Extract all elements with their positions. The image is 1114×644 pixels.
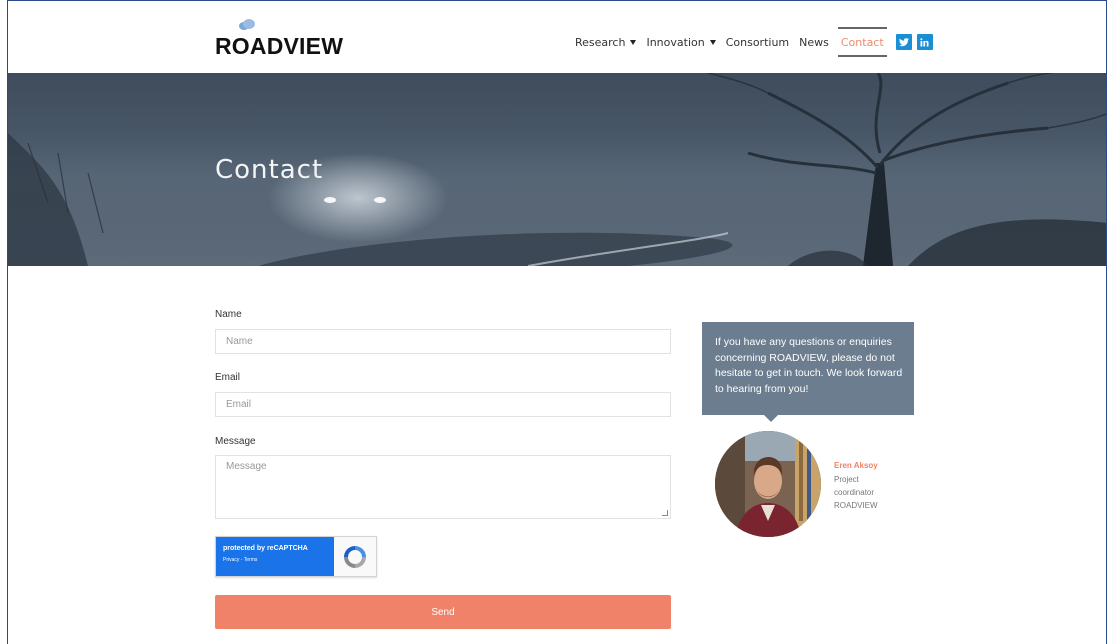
- hero-background-image: [8, 73, 1106, 266]
- main-nav: Research Innovation Consortium News Cont…: [570, 27, 933, 57]
- nav-item-innovation[interactable]: Innovation: [641, 27, 720, 57]
- nav-label: Innovation: [646, 35, 705, 49]
- nav-item-research[interactable]: Research: [570, 27, 641, 57]
- page-title: Contact: [215, 155, 324, 185]
- send-button[interactable]: Send: [215, 595, 671, 629]
- nav-item-news[interactable]: News: [794, 27, 834, 57]
- bubble-pointer: [764, 415, 778, 422]
- caret-down-icon: [630, 39, 637, 45]
- message-placeholder: Message: [226, 461, 267, 472]
- recaptcha-privacy-links[interactable]: Privacy - Terms: [223, 557, 328, 563]
- person-role-line1: Project: [834, 475, 859, 484]
- nav-label: Contact: [840, 35, 884, 49]
- name-input[interactable]: Name: [215, 329, 671, 354]
- avatar: [715, 431, 821, 537]
- person-name: Eren Aksoy: [834, 461, 878, 470]
- site-header: ROADVIEW Research Innovation Consortium …: [8, 1, 1106, 73]
- message-textarea[interactable]: Message: [215, 455, 671, 519]
- twitter-icon[interactable]: [895, 34, 912, 50]
- contact-message-bubble: If you have any questions or enquiries c…: [702, 322, 914, 415]
- nav-label: News: [799, 35, 829, 49]
- recaptcha-text-panel: protected by reCAPTCHA Privacy - Terms: [216, 537, 334, 576]
- recaptcha-protected-text: protected by reCAPTCHA: [223, 545, 308, 552]
- nav-item-consortium[interactable]: Consortium: [721, 27, 794, 57]
- site-logo[interactable]: ROADVIEW: [215, 33, 343, 60]
- recaptcha-logo-icon: [344, 546, 366, 568]
- nav-label: Consortium: [725, 35, 790, 49]
- linkedin-icon[interactable]: [916, 34, 933, 50]
- name-label: Name: [215, 309, 242, 320]
- email-label: Email: [215, 372, 241, 383]
- message-label: Message: [215, 436, 256, 447]
- page-frame: ROADVIEW Research Innovation Consortium …: [7, 0, 1107, 644]
- person-role-line2: coordinator: [834, 488, 875, 497]
- logo-cloud-icon: [239, 19, 255, 30]
- resize-handle-icon[interactable]: [662, 510, 668, 516]
- nav-label: Research: [575, 35, 626, 49]
- hero-banner: Contact: [8, 73, 1106, 266]
- caret-down-icon: [709, 39, 716, 45]
- recaptcha-badge[interactable]: protected by reCAPTCHA Privacy - Terms: [215, 536, 377, 577]
- nav-item-contact[interactable]: Contact: [837, 27, 887, 57]
- email-input[interactable]: Email: [215, 392, 671, 417]
- person-org: ROADVIEW: [834, 501, 878, 510]
- avatar-photo: [715, 431, 821, 537]
